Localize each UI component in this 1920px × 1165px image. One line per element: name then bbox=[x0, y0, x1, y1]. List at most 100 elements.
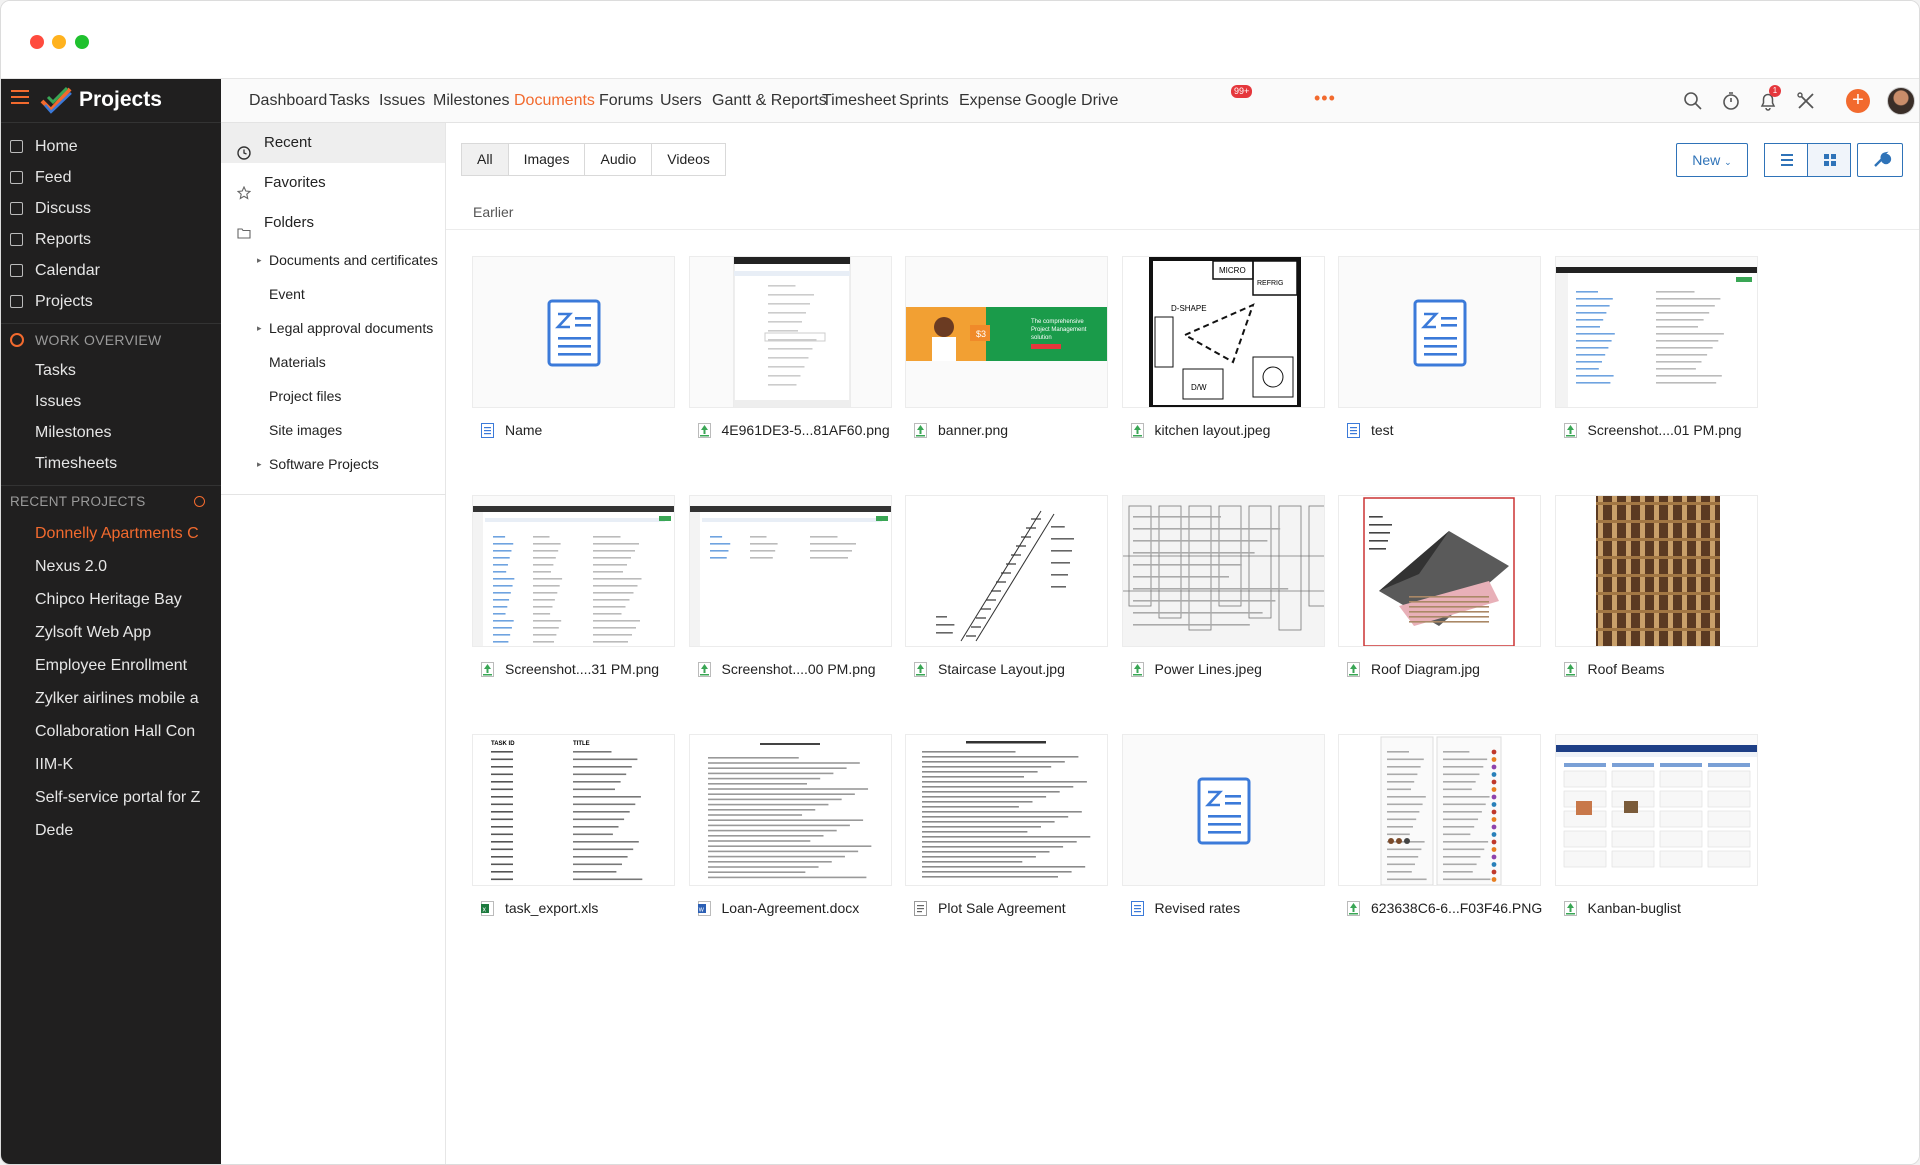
sidebar-item-discuss[interactable]: Discuss bbox=[1, 193, 221, 224]
file-card[interactable]: Screenshot....01 PM.png bbox=[1554, 256, 1758, 438]
file-thumbnail[interactable] bbox=[1554, 495, 1758, 647]
file-name[interactable]: Kanban-buglist bbox=[1563, 900, 1764, 918]
file-card[interactable]: Roof Beams bbox=[1554, 495, 1758, 677]
tab-tasks[interactable]: Tasks bbox=[329, 92, 370, 110]
recent-project-item[interactable]: Nexus 2.0 bbox=[1, 550, 221, 583]
file-card[interactable]: w Loan-Agreement.docx bbox=[688, 734, 892, 916]
search-projects-icon[interactable] bbox=[194, 496, 205, 507]
file-card[interactable]: 623638C6-6...F03F46.PNG bbox=[1338, 734, 1542, 916]
file-card[interactable]: test bbox=[1338, 256, 1541, 438]
file-name[interactable]: Power Lines.jpeg bbox=[1130, 661, 1331, 679]
tools-icon[interactable] bbox=[1796, 91, 1816, 111]
recent-project-item[interactable]: Zylker airlines mobile a bbox=[1, 682, 221, 715]
expand-arrow-icon[interactable]: ▸ bbox=[257, 311, 262, 345]
minimize-window-button[interactable] bbox=[52, 35, 66, 49]
file-name[interactable]: Staircase Layout.jpg bbox=[914, 661, 1114, 679]
list-view-button[interactable] bbox=[1764, 143, 1808, 177]
file-card[interactable]: TASK ID TITLE x task_export.xls bbox=[472, 734, 675, 916]
recent-project-item[interactable]: Dede bbox=[1, 814, 221, 847]
recent-project-item[interactable]: Donnelly Apartments C bbox=[1, 517, 221, 550]
file-name[interactable]: Revised rates bbox=[1130, 900, 1331, 918]
file-thumbnail[interactable] bbox=[1338, 495, 1541, 647]
file-thumbnail[interactable] bbox=[472, 495, 675, 647]
work-overview-item-tasks[interactable]: Tasks bbox=[1, 355, 221, 386]
file-name[interactable]: Screenshot....00 PM.png bbox=[697, 661, 898, 679]
grid-view-button[interactable] bbox=[1807, 143, 1851, 177]
file-name[interactable]: x task_export.xls bbox=[481, 900, 681, 918]
file-card[interactable]: Staircase Layout.jpg bbox=[905, 495, 1108, 677]
recent-project-item[interactable]: Self-service portal for Z bbox=[1, 781, 221, 814]
filter-tab-audio[interactable]: Audio bbox=[585, 144, 653, 175]
sidebar-item-home[interactable]: Home bbox=[1, 131, 221, 162]
tab-forums[interactable]: Forums bbox=[599, 92, 653, 110]
file-name[interactable]: banner.png bbox=[914, 422, 1114, 440]
close-window-button[interactable] bbox=[30, 35, 44, 49]
file-thumbnail[interactable] bbox=[472, 256, 675, 408]
file-card[interactable]: Revised rates bbox=[1121, 734, 1325, 916]
tab-issues[interactable]: Issues bbox=[379, 92, 425, 110]
tab-gantt-reports[interactable]: Gantt & Reports bbox=[712, 92, 827, 110]
file-card[interactable]: Screenshot....00 PM.png bbox=[688, 495, 892, 677]
file-thumbnail[interactable] bbox=[905, 734, 1108, 886]
sidebar-item-reports[interactable]: Reports bbox=[1, 224, 221, 255]
sidebar-item-calendar[interactable]: Calendar bbox=[1, 255, 221, 286]
tab-users[interactable]: Users bbox=[660, 92, 702, 110]
subfolder-site-images[interactable]: Site images bbox=[221, 413, 445, 447]
folder-nav-folders[interactable]: Folders bbox=[221, 203, 445, 243]
file-thumbnail[interactable] bbox=[688, 495, 892, 647]
tab-dashboard[interactable]: Dashboard bbox=[249, 92, 327, 110]
file-thumbnail[interactable] bbox=[1121, 734, 1325, 886]
filter-tab-all[interactable]: All bbox=[462, 144, 509, 175]
file-card[interactable]: Screenshot....31 PM.png bbox=[472, 495, 675, 677]
tab-expense[interactable]: Expense bbox=[959, 92, 1021, 110]
quick-add-button[interactable]: + bbox=[1846, 89, 1870, 113]
file-name[interactable]: Name bbox=[481, 422, 681, 440]
sidebar-item-feed[interactable]: Feed bbox=[1, 162, 221, 193]
file-name[interactable]: Screenshot....31 PM.png bbox=[481, 661, 681, 679]
filter-tab-images[interactable]: Images bbox=[509, 144, 586, 175]
subfolder-event[interactable]: Event bbox=[221, 277, 445, 311]
recent-project-item[interactable]: Chipco Heritage Bay bbox=[1, 583, 221, 616]
recent-project-item[interactable]: Zylsoft Web App bbox=[1, 616, 221, 649]
work-overview-item-timesheets[interactable]: Timesheets bbox=[1, 448, 221, 479]
file-thumbnail[interactable] bbox=[1338, 734, 1541, 886]
subfolder-software-projects[interactable]: ▸ Software Projects bbox=[221, 447, 445, 481]
tab-timesheet[interactable]: Timesheet bbox=[822, 92, 896, 110]
file-name[interactable]: Plot Sale Agreement bbox=[914, 900, 1114, 918]
maximize-window-button[interactable] bbox=[75, 35, 89, 49]
file-card[interactable]: Roof Diagram.jpg bbox=[1338, 495, 1541, 677]
subfolder-documents-and-certificates[interactable]: ▸ Documents and certificates bbox=[221, 243, 445, 277]
file-thumbnail[interactable] bbox=[1554, 734, 1758, 886]
subfolder-materials[interactable]: Materials bbox=[221, 345, 445, 379]
file-name[interactable]: Screenshot....01 PM.png bbox=[1563, 422, 1764, 440]
file-name[interactable]: test bbox=[1347, 422, 1547, 440]
file-card[interactable]: Power Lines.jpeg bbox=[1121, 495, 1325, 677]
file-name[interactable]: 623638C6-6...F03F46.PNG bbox=[1347, 900, 1547, 918]
recent-project-item[interactable]: IIM-K bbox=[1, 748, 221, 781]
file-name[interactable]: 4E961DE3-5...81AF60.png bbox=[697, 422, 898, 440]
file-thumbnail[interactable]: $3 The comprehensive Project Management … bbox=[905, 256, 1108, 408]
file-thumbnail[interactable] bbox=[1338, 256, 1541, 408]
file-thumbnail[interactable] bbox=[688, 734, 892, 886]
file-name[interactable]: Roof Diagram.jpg bbox=[1347, 661, 1547, 679]
file-card[interactable]: MICRO REFRIG D-SHAPE D/W kitchen layout.… bbox=[1121, 256, 1325, 438]
tab-sprints[interactable]: Sprints bbox=[899, 92, 949, 110]
file-card[interactable]: Kanban-buglist bbox=[1554, 734, 1758, 916]
work-overview-item-issues[interactable]: Issues bbox=[1, 386, 221, 417]
file-card[interactable]: Plot Sale Agreement bbox=[905, 734, 1108, 916]
file-name[interactable]: kitchen layout.jpeg bbox=[1130, 422, 1331, 440]
folder-nav-favorites[interactable]: Favorites bbox=[221, 163, 445, 203]
tab-documents[interactable]: Documents bbox=[514, 92, 595, 110]
subfolder-project-files[interactable]: Project files bbox=[221, 379, 445, 413]
file-thumbnail[interactable] bbox=[688, 256, 892, 408]
tab-google-drive[interactable]: Google Drive bbox=[1025, 92, 1118, 110]
expand-arrow-icon[interactable]: ▸ bbox=[257, 447, 262, 481]
work-overview-header[interactable]: WORK OVERVIEW bbox=[1, 323, 221, 355]
sidebar-item-projects[interactable]: Projects bbox=[1, 286, 221, 317]
file-thumbnail[interactable] bbox=[905, 495, 1108, 647]
timer-icon[interactable] bbox=[1721, 91, 1741, 111]
folder-nav-recent[interactable]: Recent bbox=[221, 123, 445, 163]
tab-milestones[interactable]: Milestones bbox=[433, 92, 509, 110]
file-thumbnail[interactable]: TASK ID TITLE bbox=[472, 734, 675, 886]
recent-project-item[interactable]: Employee Enrollment bbox=[1, 649, 221, 682]
